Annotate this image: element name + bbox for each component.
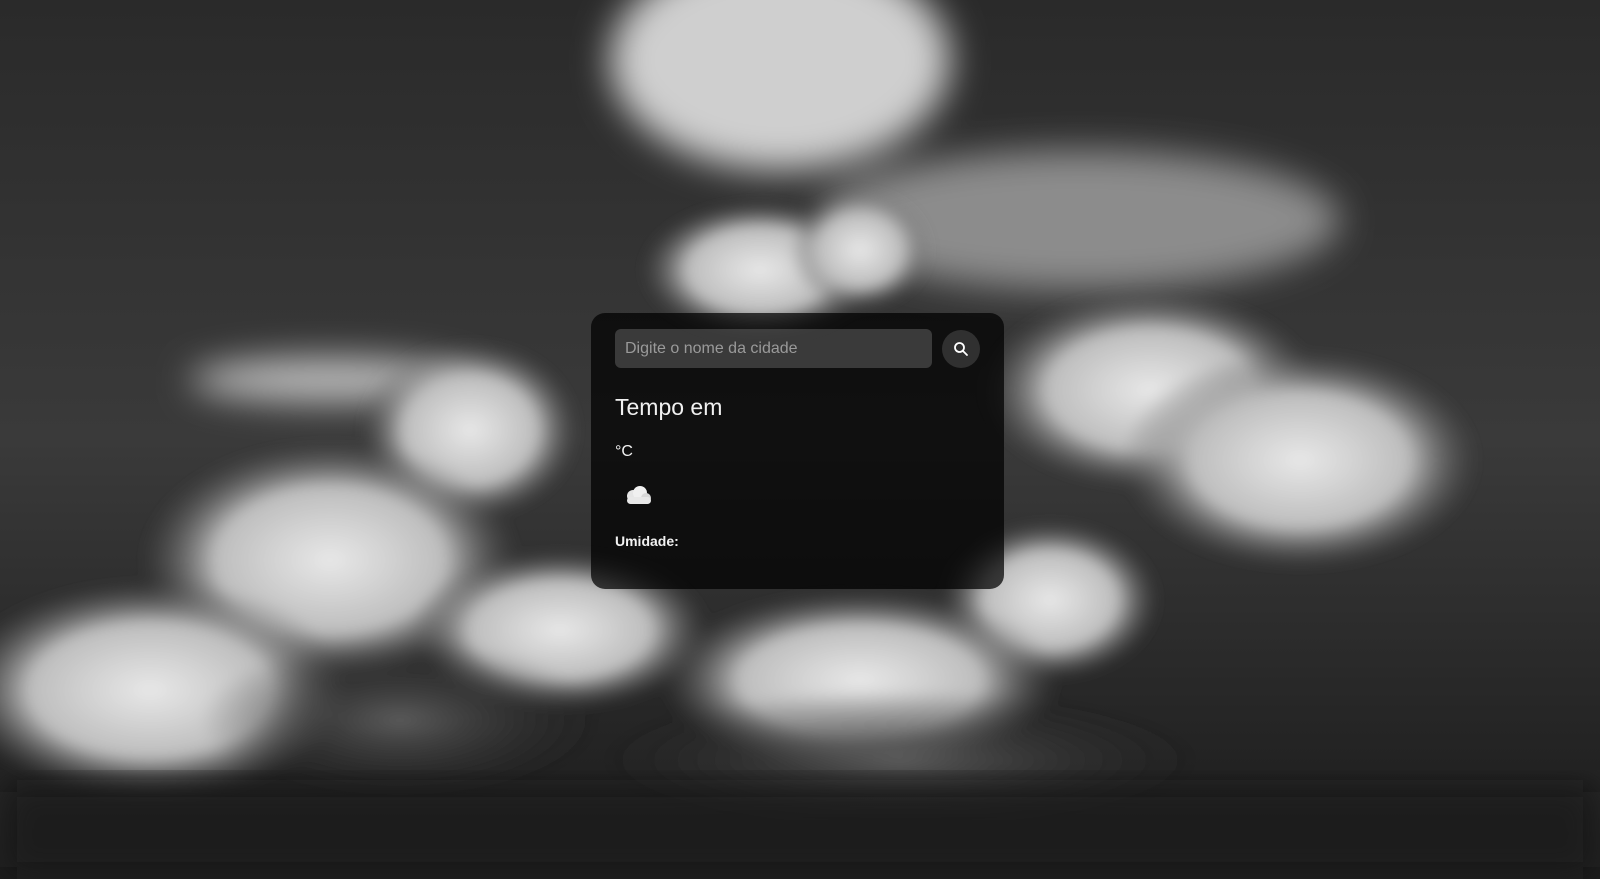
temperature: °C	[615, 443, 633, 460]
weather-card: Tempo em °C Umidade:	[591, 313, 1004, 589]
search-button[interactable]	[942, 329, 980, 368]
humidity-label: Umidade:	[615, 533, 679, 549]
search-bar	[615, 329, 980, 368]
cloud-icon	[627, 486, 651, 504]
search-icon	[954, 341, 969, 356]
city-title: Tempo em	[615, 394, 723, 420]
city-search-input[interactable]	[615, 329, 933, 368]
